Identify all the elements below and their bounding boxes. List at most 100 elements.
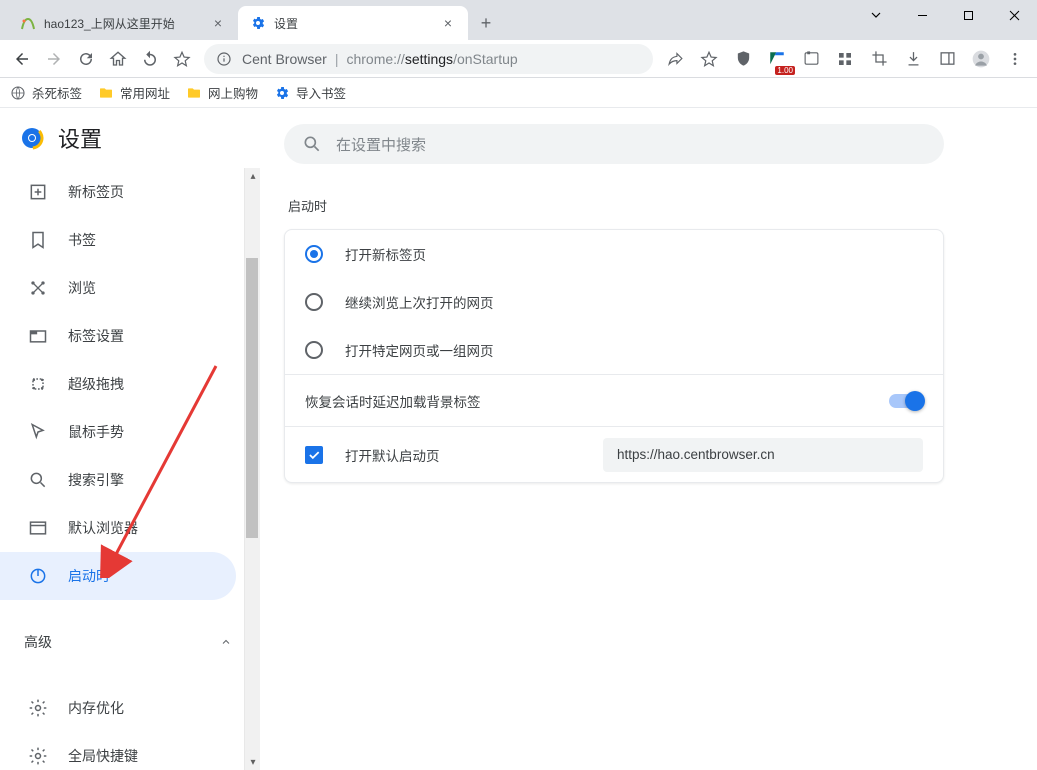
maximize-button[interactable] bbox=[945, 0, 991, 30]
profile-icon[interactable] bbox=[965, 43, 997, 75]
search-placeholder: 在设置中搜索 bbox=[336, 134, 426, 155]
scroll-up-icon[interactable]: ▴ bbox=[245, 168, 260, 184]
startup-card: 打开新标签页 继续浏览上次打开的网页 打开特定网页或一组网页 恢复会话时延迟加载… bbox=[284, 229, 944, 483]
share-button[interactable] bbox=[659, 43, 691, 75]
checkbox[interactable] bbox=[305, 446, 323, 464]
nav-label: 书签 bbox=[68, 230, 96, 250]
nav-on-startup[interactable]: 启动时 bbox=[0, 552, 236, 600]
nav-search-engine[interactable]: 搜索引擎 bbox=[0, 456, 236, 504]
reload-button[interactable] bbox=[70, 43, 102, 75]
scroll-down-icon[interactable]: ▾ bbox=[245, 754, 260, 770]
nav-advanced[interactable]: 高级 bbox=[0, 618, 260, 666]
nav-memory-optimize[interactable]: 内存优化 bbox=[0, 684, 236, 732]
crop-icon[interactable] bbox=[863, 43, 895, 75]
nav-label: 启动时 bbox=[68, 566, 110, 586]
browser-tab-hao123[interactable]: hao123_上网从这里开始 × bbox=[8, 6, 238, 40]
settings-search[interactable]: 在设置中搜索 bbox=[284, 124, 944, 164]
nav-bookmarks[interactable]: 书签 bbox=[0, 216, 236, 264]
nav-default-browser[interactable]: 默认浏览器 bbox=[0, 504, 236, 552]
close-icon[interactable]: × bbox=[440, 15, 456, 31]
folder-icon bbox=[186, 85, 202, 101]
bookmark-shopping[interactable]: 网上购物 bbox=[186, 83, 258, 102]
nav-label: 超级拖拽 bbox=[68, 374, 124, 394]
bookmark-label: 导入书签 bbox=[296, 83, 346, 102]
star-button[interactable] bbox=[166, 43, 198, 75]
settings-title: 设置 bbox=[58, 122, 102, 154]
settings-logo-icon bbox=[20, 126, 44, 150]
sidebar-scroll[interactable]: 新标签页 书签 浏览 标签设置 超级拖拽 鼠标手势 搜索引擎 默认浏览器 启动时… bbox=[0, 168, 260, 770]
titlebar: hao123_上网从这里开始 × 设置 × + bbox=[0, 0, 1037, 40]
globe-icon bbox=[10, 85, 26, 101]
radio-open-specific[interactable]: 打开特定网页或一组网页 bbox=[285, 326, 943, 374]
toggle-switch[interactable] bbox=[889, 394, 923, 408]
browse-icon bbox=[28, 278, 48, 298]
address-separator: | bbox=[335, 51, 339, 67]
minimize-button[interactable] bbox=[899, 0, 945, 30]
radio-icon bbox=[305, 341, 323, 359]
tab-title: 设置 bbox=[274, 15, 440, 32]
nav-super-drag[interactable]: 超级拖拽 bbox=[0, 360, 236, 408]
scrollbar-track[interactable]: ▴ ▾ bbox=[244, 168, 260, 770]
shield-icon[interactable] bbox=[727, 43, 759, 75]
default-startup-row: 打开默认启动页 bbox=[285, 426, 943, 482]
address-path: /onStartup bbox=[453, 51, 518, 67]
scrollbar-thumb[interactable] bbox=[246, 258, 258, 538]
close-button[interactable] bbox=[991, 0, 1037, 30]
cursor-icon bbox=[28, 422, 48, 442]
bookmark-kill-tabs[interactable]: 杀死标签 bbox=[10, 83, 82, 102]
download-icon[interactable] bbox=[897, 43, 929, 75]
checkbox-label: 打开默认启动页 bbox=[345, 445, 440, 465]
address-bar[interactable]: Cent Browser | chrome://settings/onStart… bbox=[204, 44, 653, 74]
chevron-up-icon bbox=[220, 636, 232, 648]
section-title: 启动时 bbox=[284, 174, 1037, 229]
radio-label: 打开特定网页或一组网页 bbox=[345, 340, 494, 360]
bookmark-import[interactable]: 导入书签 bbox=[274, 83, 346, 102]
address-prefix: Cent Browser bbox=[242, 51, 327, 67]
bookmark-common-urls[interactable]: 常用网址 bbox=[98, 83, 170, 102]
toolbar: Cent Browser | chrome://settings/onStart… bbox=[0, 40, 1037, 78]
menu-button[interactable] bbox=[999, 43, 1031, 75]
back-button[interactable] bbox=[6, 43, 38, 75]
badge-count: 1.00 bbox=[775, 66, 795, 75]
nav-label: 全局快捷键 bbox=[68, 746, 138, 766]
new-tab-button[interactable]: + bbox=[472, 9, 500, 37]
address-scheme: chrome:// bbox=[346, 51, 404, 67]
reading-list-icon[interactable] bbox=[795, 43, 827, 75]
nav-global-shortcuts[interactable]: 全局快捷键 bbox=[0, 732, 236, 770]
home-button[interactable] bbox=[102, 43, 134, 75]
extension-badge-icon[interactable]: 1.00 bbox=[761, 43, 793, 75]
gear-icon bbox=[28, 698, 48, 718]
drag-icon bbox=[28, 374, 48, 394]
settings-header: 设置 bbox=[0, 108, 260, 168]
undo-button[interactable] bbox=[134, 43, 166, 75]
hao123-favicon-icon bbox=[20, 15, 36, 31]
lazy-load-toggle-row: 恢复会话时延迟加载背景标签 bbox=[285, 374, 943, 426]
nav-new-tab[interactable]: 新标签页 bbox=[0, 168, 236, 216]
radio-open-new-tab[interactable]: 打开新标签页 bbox=[285, 230, 943, 278]
apps-icon[interactable] bbox=[829, 43, 861, 75]
forward-button[interactable] bbox=[38, 43, 70, 75]
radio-continue-last[interactable]: 继续浏览上次打开的网页 bbox=[285, 278, 943, 326]
radio-icon bbox=[305, 293, 323, 311]
dropdown-icon[interactable] bbox=[853, 0, 899, 30]
bookmark-label: 网上购物 bbox=[208, 83, 258, 102]
info-icon[interactable] bbox=[216, 51, 232, 67]
nav-label: 标签设置 bbox=[68, 326, 124, 346]
sidepanel-icon[interactable] bbox=[931, 43, 963, 75]
nav-mouse-gestures[interactable]: 鼠标手势 bbox=[0, 408, 236, 456]
startup-url-input[interactable] bbox=[603, 438, 923, 472]
search-icon bbox=[28, 470, 48, 490]
nav-browse[interactable]: 浏览 bbox=[0, 264, 236, 312]
radio-label: 继续浏览上次打开的网页 bbox=[345, 292, 494, 312]
nav-label: 鼠标手势 bbox=[68, 422, 124, 442]
nav-tab-settings[interactable]: 标签设置 bbox=[0, 312, 236, 360]
bookmark-star-button[interactable] bbox=[693, 43, 725, 75]
browser-tab-settings[interactable]: 设置 × bbox=[238, 6, 468, 40]
close-icon[interactable]: × bbox=[210, 15, 226, 31]
gear-icon bbox=[28, 746, 48, 766]
content: 设置 新标签页 书签 浏览 标签设置 超级拖拽 鼠标手势 搜索引擎 默认浏览器 … bbox=[0, 108, 1037, 770]
folder-icon bbox=[98, 85, 114, 101]
advanced-label: 高级 bbox=[24, 632, 52, 652]
search-icon bbox=[302, 134, 322, 154]
nav-label: 新标签页 bbox=[68, 182, 124, 202]
